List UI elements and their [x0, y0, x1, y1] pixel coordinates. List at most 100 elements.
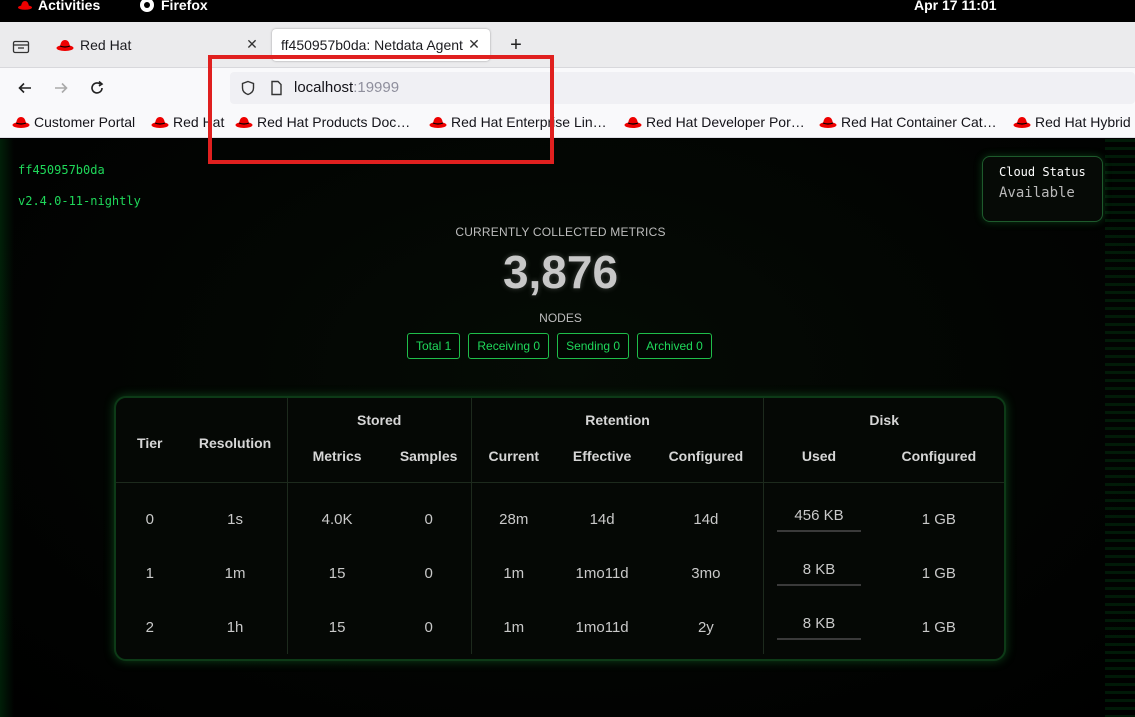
badge-total: Total 1: [407, 333, 461, 359]
cell-current: 28m: [499, 510, 529, 528]
url-text[interactable]: localhost:19999: [294, 79, 399, 96]
browser-tab-bar: Red Hat ✕ ff450957b0da: Netdata Agent ✕ …: [0, 22, 1135, 68]
header-samples: Samples: [386, 448, 472, 482]
disk-used-value: 8 KB: [777, 615, 861, 640]
header-metrics: Metrics: [312, 448, 362, 464]
page-info-icon[interactable]: [268, 80, 284, 96]
redhat-favicon-icon: [429, 117, 447, 128]
badge-archived: Archived 0: [637, 333, 712, 359]
header-resolution: Resolution: [183, 398, 288, 483]
cell-current: 1m: [503, 564, 525, 582]
bookmark-hybrid[interactable]: Red Hat Hybrid: [1013, 114, 1131, 130]
tab-title: ff450957b0da: Netdata Agent: [281, 37, 463, 53]
redhat-favicon-icon: [624, 117, 642, 128]
bookmark-enterprise-linux[interactable]: Red Hat Enterprise Lin…: [429, 114, 607, 130]
tiers-table-container: Tier Resolution Stored Retention Disk Me…: [114, 396, 1006, 661]
node-badges: Total 1 Receiving 0 Sending 0 Archived 0: [407, 333, 712, 359]
header-tier: Tier: [116, 398, 184, 483]
metrics-label: CURRENTLY COLLECTED METRICS: [455, 225, 666, 239]
redhat-logo-icon: [18, 1, 32, 10]
cell-samples: 0: [386, 482, 472, 546]
cell-configured: 2y: [648, 600, 765, 654]
cell-used: 8 KB: [764, 600, 874, 654]
bookmark-label: Red Hat Hybrid: [1035, 114, 1131, 130]
bookmark-label: Red Hat: [173, 114, 225, 130]
bookmarks-toolbar: Customer Portal Red Hat Red Hat Products…: [0, 108, 1135, 138]
agent-version: v2.4.0-11-nightly: [18, 194, 141, 208]
reload-button[interactable]: [85, 76, 109, 100]
header-used: Used: [801, 448, 837, 464]
badge-receiving: Receiving 0: [468, 333, 550, 359]
cloud-status-value: Available: [999, 185, 1075, 201]
tab-netdata-agent[interactable]: ff450957b0da: Netdata Agent ✕: [272, 29, 490, 61]
clock[interactable]: Apr 17 11:01: [914, 0, 997, 13]
agent-hostname: ff450957b0da: [18, 163, 105, 177]
tab-list-button[interactable]: [10, 35, 32, 57]
header-retention: Retention: [471, 398, 765, 448]
cell-metrics: 15: [328, 618, 346, 636]
nodes-label: NODES: [539, 311, 582, 325]
cell-effective: 14d: [589, 510, 615, 528]
cell-current: 1m: [503, 618, 525, 636]
redhat-favicon-icon: [235, 117, 253, 128]
activities-label: Activities: [38, 0, 101, 13]
back-button[interactable]: [13, 76, 37, 100]
redhat-favicon-icon: [56, 40, 74, 51]
bookmark-label: Red Hat Container Cat…: [841, 114, 997, 130]
firefox-icon: [140, 0, 154, 12]
header-disk: Disk: [869, 412, 899, 428]
cell-effective: 1mo11d: [575, 564, 629, 582]
redhat-favicon-icon: [819, 117, 837, 128]
url-bar[interactable]: localhost:19999: [230, 72, 1135, 104]
bookmark-label: Red Hat Developer Por…: [646, 114, 805, 130]
header-disk-configured: Configured: [901, 448, 977, 464]
redhat-favicon-icon: [1013, 117, 1031, 128]
bookmark-label: Red Hat Enterprise Lin…: [451, 114, 607, 130]
bookmark-red-hat[interactable]: Red Hat: [151, 114, 224, 130]
header-current: Current: [488, 448, 540, 464]
metrics-count: 3,876: [502, 246, 619, 298]
bookmark-products-docs[interactable]: Red Hat Products Doc…: [235, 114, 410, 130]
back-arrow-icon: [18, 82, 31, 94]
bookmark-customer-portal[interactable]: Customer Portal: [12, 114, 135, 130]
cloud-status-title: Cloud Status: [999, 165, 1086, 179]
cell-used: 8 KB: [764, 546, 874, 600]
cell-disk-configured: 1 GB: [921, 564, 956, 582]
cell-metrics: 4.0K: [321, 510, 353, 528]
table-row: 1 1m 15 0 1m 1mo11d 3mo 8 KB 1 GB: [116, 546, 1004, 600]
bookmark-container-catalog[interactable]: Red Hat Container Cat…: [819, 114, 997, 130]
reload-icon: [91, 80, 104, 94]
forward-button[interactable]: [49, 76, 73, 100]
system-top-bar: Activities Firefox Apr 17 11:01: [0, 0, 1135, 14]
table-row: 0 1s 4.0K 0 28m 14d 14d 456 KB 1 GB: [116, 482, 1004, 546]
table-row: 2 1h 15 0 1m 1mo11d 2y 8 KB 1 GB: [116, 600, 1004, 654]
bookmark-label: Red Hat Products Doc…: [257, 114, 411, 130]
bookmark-label: Customer Portal: [34, 114, 136, 130]
cell-tier: 1: [145, 564, 154, 582]
shield-icon[interactable]: [240, 80, 256, 96]
cloud-status-panel[interactable]: Cloud Status Available: [982, 156, 1103, 222]
cell-samples: 0: [386, 600, 472, 654]
cell-metrics: 15: [328, 564, 346, 582]
disk-used-value: 8 KB: [777, 561, 861, 586]
navigation-toolbar: localhost:19999: [0, 68, 1135, 108]
redhat-favicon-icon: [12, 117, 30, 128]
app-menu-firefox[interactable]: Firefox: [139, 0, 208, 13]
tab-title: Red Hat: [80, 37, 132, 53]
bookmark-developer-portal[interactable]: Red Hat Developer Por…: [624, 114, 805, 130]
netdata-page: ff450957b0da v2.4.0-11-nightly Cloud Sta…: [0, 139, 1135, 717]
redhat-favicon-icon: [151, 117, 169, 128]
close-tab-icon[interactable]: ✕: [466, 36, 482, 52]
new-tab-button[interactable]: +: [506, 35, 526, 56]
header-configured: Configured: [648, 448, 765, 482]
cell-configured: 14d: [648, 482, 765, 546]
cell-resolution: 1h: [183, 600, 288, 654]
cell-disk-configured: 1 GB: [921, 510, 956, 528]
url-port: :19999: [353, 79, 400, 96]
tiers-table: Tier Resolution Stored Retention Disk Me…: [116, 398, 1004, 654]
cell-tier: 0: [145, 510, 154, 528]
activities-button[interactable]: Activities: [18, 0, 100, 13]
tab-red-hat[interactable]: Red Hat ✕: [48, 29, 268, 61]
close-tab-icon[interactable]: ✕: [244, 36, 260, 52]
url-host: localhost: [294, 79, 354, 96]
